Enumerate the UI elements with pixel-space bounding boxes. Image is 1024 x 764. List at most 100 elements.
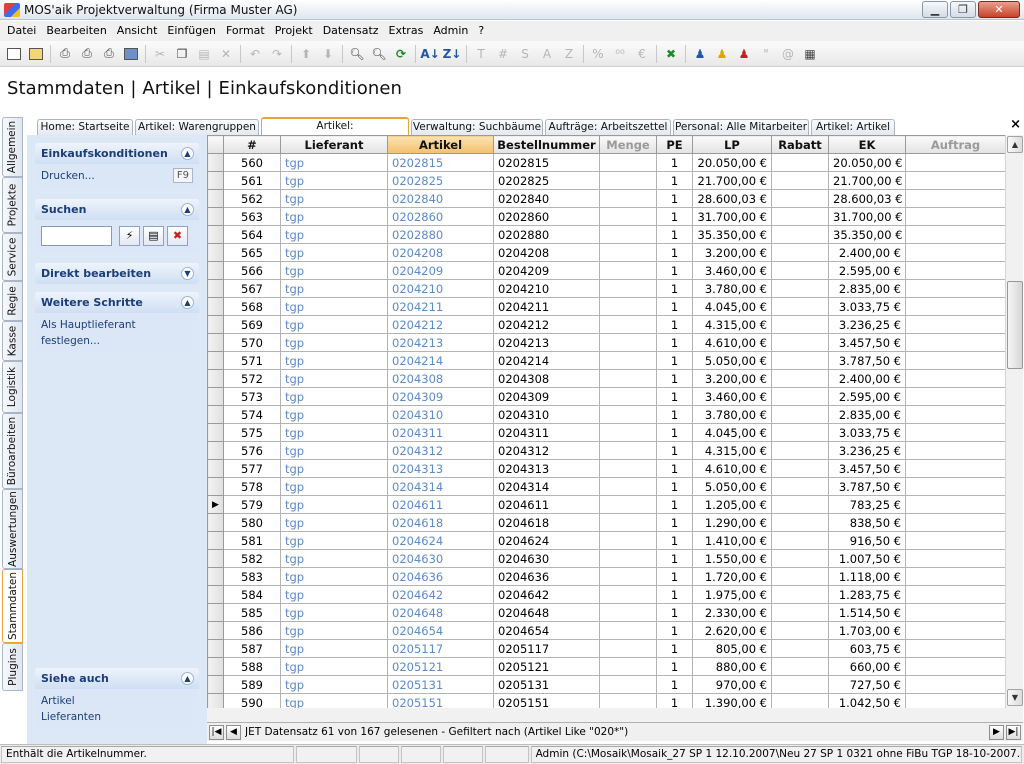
cell-pe[interactable]: 1 xyxy=(656,693,693,708)
cell-bestellnummer[interactable]: 0205117 xyxy=(493,639,600,658)
cell-lieferant[interactable]: tgp xyxy=(280,693,388,708)
group-header[interactable]: Direkt bearbeiten ▼ xyxy=(35,263,199,284)
cell-pe[interactable]: 1 xyxy=(656,225,693,244)
cell-rabatt[interactable] xyxy=(771,693,829,708)
cell-ek[interactable]: 916,50 € xyxy=(828,531,906,550)
cell-ek[interactable]: 1.042,50 € xyxy=(828,693,906,708)
scroll-thumb[interactable] xyxy=(1007,281,1023,369)
cell-lp[interactable]: 20.050,00 € xyxy=(692,153,772,172)
cell-auftrag[interactable] xyxy=(905,279,1005,298)
cell-artikel[interactable]: 0204648 xyxy=(387,603,494,622)
cell-nr[interactable]: 582 xyxy=(223,549,281,568)
cut-icon[interactable]: ✂ xyxy=(150,44,170,64)
column-header-ek[interactable]: EK xyxy=(828,135,906,154)
cell-nr[interactable]: 572 xyxy=(223,369,281,388)
cell-lp[interactable]: 31.700,00 € xyxy=(692,207,772,226)
cell-lp[interactable]: 1.290,00 € xyxy=(692,513,772,532)
table-row[interactable]: 572 tgp 0204308 0204308 1 3.200,00 €2.400,00 … xyxy=(207,369,1005,388)
cell-artikel[interactable]: 0204624 xyxy=(387,531,494,550)
table-row[interactable]: 577 tgp 0204313 0204313 1 4.610,00 €3.457,50 … xyxy=(207,459,1005,478)
cell-lieferant[interactable]: tgp xyxy=(280,549,388,568)
last-record-button[interactable]: ▶| xyxy=(1006,724,1021,740)
cell-ek[interactable]: 2.595,00 € xyxy=(828,387,906,406)
cell-nr[interactable]: 580 xyxy=(223,513,281,532)
vtab-service[interactable]: Service xyxy=(2,233,23,281)
tab-personal-alle-mitarbeiter[interactable]: Personal: Alle Mitarbeiter xyxy=(673,119,809,135)
cell-auftrag[interactable] xyxy=(905,621,1005,640)
cell-bestellnummer[interactable]: 0204624 xyxy=(493,531,600,550)
cell-rabatt[interactable] xyxy=(771,333,829,352)
open-icon[interactable] xyxy=(26,44,46,64)
cell-bestellnummer[interactable]: 0205151 xyxy=(493,693,600,708)
cell-lieferant[interactable]: tgp xyxy=(280,279,388,298)
cell-menge[interactable] xyxy=(599,567,657,586)
refresh-icon[interactable]: ⟳ xyxy=(391,44,411,64)
column-header-pe[interactable]: PE xyxy=(656,135,693,154)
cell-menge[interactable] xyxy=(599,171,657,190)
cell-artikel[interactable]: 0205121 xyxy=(387,657,494,676)
cell-lp[interactable]: 1.390,00 € xyxy=(692,693,772,708)
cell-nr[interactable]: 561 xyxy=(223,171,281,190)
cell-menge[interactable] xyxy=(599,657,657,676)
cell-nr[interactable]: 570 xyxy=(223,333,281,352)
cell-rabatt[interactable] xyxy=(771,153,829,172)
cell-bestellnummer[interactable]: 0202860 xyxy=(493,207,600,226)
cell-rabatt[interactable] xyxy=(771,405,829,424)
collapse-icon[interactable]: ▲ xyxy=(181,672,194,685)
cell-nr[interactable]: 563 xyxy=(223,207,281,226)
column-header-artikel[interactable]: Artikel xyxy=(387,135,494,154)
cell-auftrag[interactable] xyxy=(905,153,1005,172)
group-header[interactable]: Weitere Schritte ▲ xyxy=(35,292,199,313)
a-format-icon[interactable]: A xyxy=(537,44,557,64)
cell-bestellnummer[interactable]: 0204312 xyxy=(493,441,600,460)
row-selector[interactable]: ▶ xyxy=(207,495,224,514)
at-icon[interactable]: @ xyxy=(778,44,798,64)
cell-rabatt[interactable] xyxy=(771,603,829,622)
tab-artikel-einkaufskonditionen[interactable]: Artikel: Einkaufskonditionen xyxy=(261,117,409,146)
cell-nr[interactable]: 573 xyxy=(223,387,281,406)
cell-pe[interactable]: 1 xyxy=(656,333,693,352)
scroll-up-icon[interactable]: ▲ xyxy=(1007,136,1023,153)
cell-lp[interactable]: 35.350,00 € xyxy=(692,225,772,244)
cell-bestellnummer[interactable]: 0204642 xyxy=(493,585,600,604)
maximize-button[interactable]: ❐ xyxy=(950,1,976,18)
column-header-nr[interactable]: # xyxy=(223,135,281,154)
cell-artikel[interactable]: 0204213 xyxy=(387,333,494,352)
cell-menge[interactable] xyxy=(599,351,657,370)
column-header-lieferant[interactable]: Lieferant xyxy=(280,135,388,154)
cell-pe[interactable]: 1 xyxy=(656,387,693,406)
cell-nr[interactable]: 565 xyxy=(223,243,281,262)
cell-lieferant[interactable]: tgp xyxy=(280,315,388,334)
minimize-button[interactable]: ▁ xyxy=(922,1,948,18)
search-input[interactable] xyxy=(41,226,112,246)
cell-menge[interactable] xyxy=(599,279,657,298)
percent-icon[interactable]: % xyxy=(588,44,608,64)
move-down-icon[interactable]: ⬇ xyxy=(318,44,338,64)
currency-icon[interactable]: € xyxy=(632,44,652,64)
row-selector[interactable] xyxy=(207,225,224,244)
row-selector[interactable] xyxy=(207,477,224,496)
cell-rabatt[interactable] xyxy=(771,369,829,388)
cell-auftrag[interactable] xyxy=(905,243,1005,262)
cell-auftrag[interactable] xyxy=(905,225,1005,244)
row-selector[interactable] xyxy=(207,621,224,640)
menu-datei[interactable]: Datei xyxy=(2,21,41,41)
cell-ek[interactable]: 3.236,25 € xyxy=(828,441,906,460)
cell-lieferant[interactable]: tgp xyxy=(280,351,388,370)
cell-artikel[interactable]: 0204642 xyxy=(387,585,494,604)
undo-icon[interactable]: ↶ xyxy=(245,44,265,64)
s-format-icon[interactable]: S xyxy=(515,44,535,64)
cell-auftrag[interactable] xyxy=(905,261,1005,280)
cell-auftrag[interactable] xyxy=(905,351,1005,370)
move-up-icon[interactable]: ⬆ xyxy=(296,44,316,64)
column-header-lp[interactable]: LP xyxy=(692,135,772,154)
cell-ek[interactable]: 838,50 € xyxy=(828,513,906,532)
cell-rabatt[interactable] xyxy=(771,513,829,532)
scroll-down-icon[interactable]: ▼ xyxy=(1007,689,1023,706)
cell-ek[interactable]: 727,50 € xyxy=(828,675,906,694)
cell-rabatt[interactable] xyxy=(771,621,829,640)
sort-descending-icon[interactable]: Z↓ xyxy=(442,44,462,64)
cell-lieferant[interactable]: tgp xyxy=(280,657,388,676)
cell-nr[interactable]: 579 xyxy=(223,495,281,514)
cell-nr[interactable]: 586 xyxy=(223,621,281,640)
